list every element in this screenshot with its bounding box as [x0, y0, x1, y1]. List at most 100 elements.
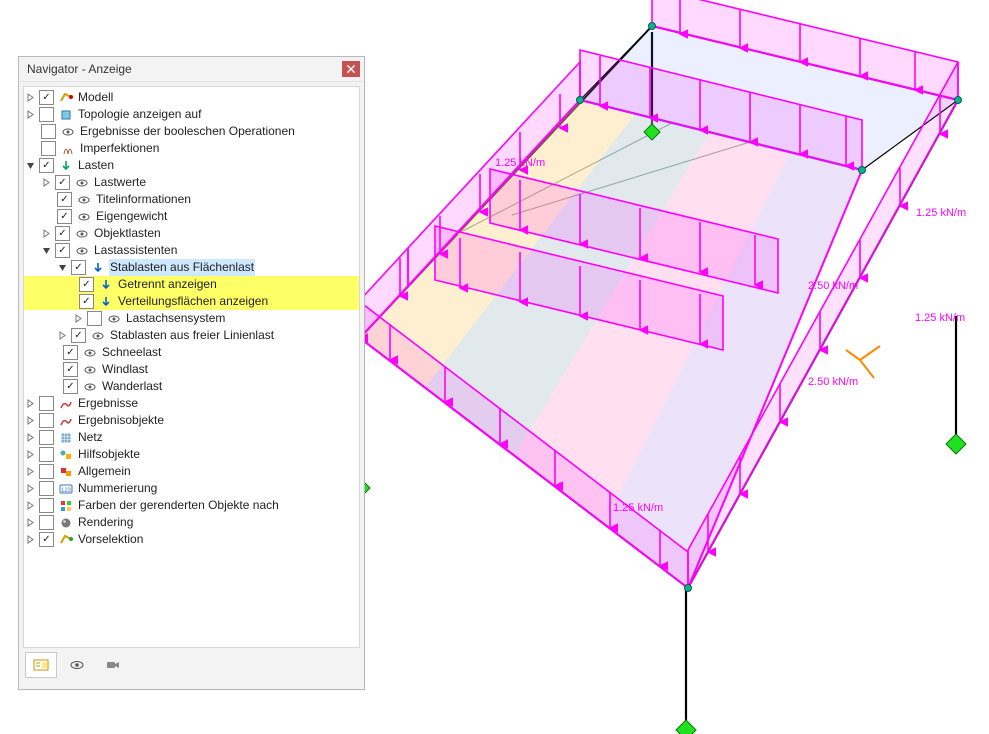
results-icon [58, 414, 74, 428]
tree-item-lastachsensystem[interactable]: Lastachsensystem [24, 310, 359, 327]
checkbox[interactable] [41, 141, 56, 156]
tree-item-stablasten-linienlast[interactable]: Stablasten aus freier Linienlast [24, 327, 359, 344]
tree-item-lastwerte[interactable]: Lastwerte [24, 174, 359, 191]
expand-icon[interactable] [25, 483, 36, 494]
imperfection-icon [60, 142, 76, 156]
checkbox[interactable] [39, 532, 54, 547]
checkbox[interactable] [39, 158, 54, 173]
eye-icon [60, 125, 76, 139]
checkbox[interactable] [79, 294, 94, 309]
expand-icon[interactable] [41, 228, 52, 239]
checkbox[interactable] [39, 515, 54, 530]
display-tree[interactable]: Modell Topologie anzeigen auf Ergebnisse… [23, 86, 360, 648]
checkbox[interactable] [55, 243, 70, 258]
tree-item-boolesche[interactable]: Ergebnisse der booleschen Operationen [24, 123, 359, 140]
tree-item-titelinfo[interactable]: Titelinformationen [24, 191, 359, 208]
close-button[interactable] [342, 61, 360, 77]
checkbox[interactable] [39, 498, 54, 513]
tree-item-ergebnisobjekte[interactable]: Ergebnisobjekte [24, 412, 359, 429]
tree-item-verteilungsflaechen[interactable]: Verteilungsflächen anzeigen [24, 293, 359, 310]
svg-text:123: 123 [61, 488, 72, 494]
expand-icon[interactable] [25, 466, 36, 477]
tree-item-vorselektion[interactable]: Vorselektion [24, 531, 359, 548]
footer-tab-camera[interactable] [97, 652, 129, 678]
eye-icon [74, 176, 90, 190]
load-label: 1.25 kN/m [916, 207, 966, 219]
tree-item-rendering[interactable]: Rendering [24, 514, 359, 531]
checkbox[interactable] [71, 328, 86, 343]
expand-icon[interactable] [25, 92, 36, 103]
tree-item-eigengewicht[interactable]: Eigengewicht [24, 208, 359, 225]
tree-item-imperfektionen[interactable]: Imperfektionen [24, 140, 359, 157]
eye-icon [82, 380, 98, 394]
expand-icon[interactable] [25, 109, 36, 120]
tree-item-hilfsobjekte[interactable]: Hilfsobjekte [24, 446, 359, 463]
expand-icon[interactable] [25, 449, 36, 460]
expand-icon[interactable] [25, 415, 36, 426]
footer-tab-views[interactable] [61, 652, 93, 678]
colors-icon [58, 499, 74, 513]
checkbox[interactable] [39, 107, 54, 122]
checkbox[interactable] [55, 175, 70, 190]
helper-icon [58, 448, 74, 462]
tree-item-stablasten-flaechenlast[interactable]: Stablasten aus Flächenlast [24, 259, 359, 276]
checkbox[interactable] [39, 413, 54, 428]
expand-icon[interactable] [25, 534, 36, 545]
expand-icon[interactable] [73, 313, 84, 324]
checkbox[interactable] [39, 464, 54, 479]
eye-icon [74, 244, 90, 258]
general-icon [58, 465, 74, 479]
checkbox[interactable] [87, 311, 102, 326]
checkbox[interactable] [39, 90, 54, 105]
tree-item-lastassistenten[interactable]: Lastassistenten [24, 242, 359, 259]
tree-item-allgemein[interactable]: Allgemein [24, 463, 359, 480]
collapse-icon[interactable] [41, 245, 52, 256]
tree-item-getrennt-anzeigen[interactable]: Getrennt anzeigen [24, 276, 359, 293]
eye-icon [106, 312, 122, 326]
tree-item-wanderlast[interactable]: Wanderlast [24, 378, 359, 395]
eye-icon [76, 193, 92, 207]
results-icon [58, 397, 74, 411]
checkbox[interactable] [57, 209, 72, 224]
checkbox[interactable] [71, 260, 86, 275]
tree-item-modell[interactable]: Modell [24, 89, 359, 106]
checkbox[interactable] [79, 277, 94, 292]
numbering-icon: 123 [58, 482, 74, 496]
cube-icon [58, 108, 74, 122]
model-viewport[interactable]: 1.25 kN/m 1.25 kN/m 2.50 kN/m 1.25 kN/m … [360, 0, 989, 734]
checkbox[interactable] [39, 430, 54, 445]
expand-icon[interactable] [25, 398, 36, 409]
checkbox[interactable] [63, 379, 78, 394]
checkbox[interactable] [39, 447, 54, 462]
tree-item-topologie[interactable]: Topologie anzeigen auf [24, 106, 359, 123]
footer-tab-navigator[interactable] [25, 652, 57, 678]
load-label: 2.50 kN/m [808, 280, 858, 292]
expand-icon[interactable] [25, 432, 36, 443]
expand-icon[interactable] [57, 330, 68, 341]
tree-item-schneelast[interactable]: Schneelast [24, 344, 359, 361]
load-label: 2.50 kN/m [808, 376, 858, 388]
load-arrow-icon [90, 261, 106, 275]
collapse-icon[interactable] [25, 160, 36, 171]
tree-item-objektlasten[interactable]: Objektlasten [24, 225, 359, 242]
checkbox[interactable] [55, 226, 70, 241]
checkbox[interactable] [63, 345, 78, 360]
tree-item-farben[interactable]: Farben der gerenderten Objekte nach [24, 497, 359, 514]
panel-footer [19, 648, 364, 682]
tree-item-windlast[interactable]: Windlast [24, 361, 359, 378]
checkbox[interactable] [39, 396, 54, 411]
checkbox[interactable] [39, 481, 54, 496]
panel-titlebar[interactable]: Navigator - Anzeige [19, 57, 364, 82]
expand-icon[interactable] [25, 517, 36, 528]
rendering-icon [58, 516, 74, 530]
checkbox[interactable] [63, 362, 78, 377]
checkbox[interactable] [41, 124, 56, 139]
expand-icon[interactable] [41, 177, 52, 188]
tree-item-lasten[interactable]: Lasten [24, 157, 359, 174]
collapse-icon[interactable] [57, 262, 68, 273]
tree-item-netz[interactable]: Netz [24, 429, 359, 446]
tree-item-nummerierung[interactable]: 123 Nummerierung [24, 480, 359, 497]
tree-item-ergebnisse[interactable]: Ergebnisse [24, 395, 359, 412]
expand-icon[interactable] [25, 500, 36, 511]
checkbox[interactable] [57, 192, 72, 207]
